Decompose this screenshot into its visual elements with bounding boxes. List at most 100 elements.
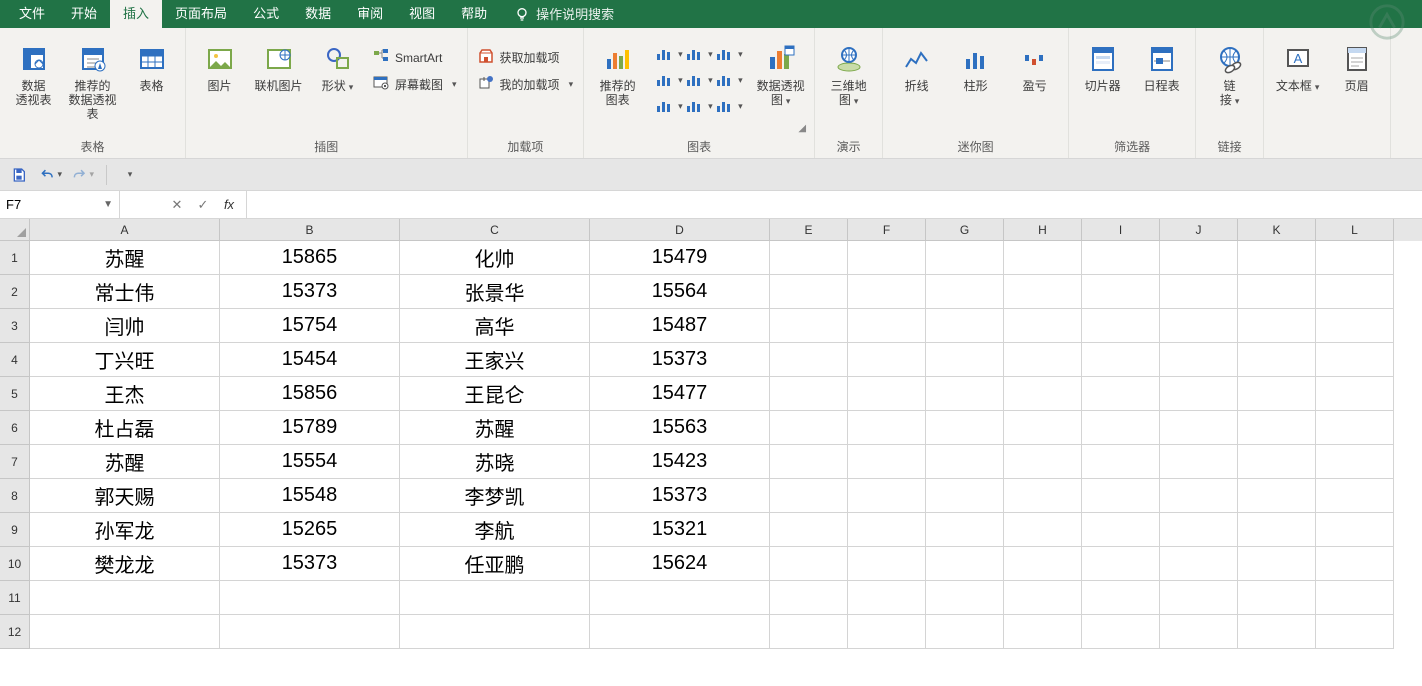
menu-item-6[interactable]: 审阅 — [344, 0, 396, 28]
cell-E3[interactable] — [770, 309, 848, 343]
cell-L3[interactable] — [1316, 309, 1394, 343]
cell-L8[interactable] — [1316, 479, 1394, 513]
column-header-H[interactable]: H — [1004, 219, 1082, 241]
cell-F2[interactable] — [848, 275, 926, 309]
cell-K4[interactable] — [1238, 343, 1316, 377]
cell-F1[interactable] — [848, 241, 926, 275]
cell-B6[interactable]: 15789 — [220, 411, 400, 445]
cell-H9[interactable] — [1004, 513, 1082, 547]
menu-item-8[interactable]: 帮助 — [448, 0, 500, 28]
cell-G3[interactable] — [926, 309, 1004, 343]
cell-A7[interactable]: 苏醒 — [30, 445, 220, 479]
cell-B8[interactable]: 15548 — [220, 479, 400, 513]
funnel-chart-button[interactable] — [715, 94, 743, 118]
cell-B3[interactable]: 15754 — [220, 309, 400, 343]
screenshot-button[interactable]: 屏幕截图 — [369, 73, 461, 96]
cell-I3[interactable] — [1082, 309, 1160, 343]
cell-C2[interactable]: 张景华 — [400, 275, 590, 309]
cell-C9[interactable]: 李航 — [400, 513, 590, 547]
cell-K1[interactable] — [1238, 241, 1316, 275]
cell-J2[interactable] — [1160, 275, 1238, 309]
row-header-3[interactable]: 3 — [0, 309, 30, 343]
table-button[interactable]: 表格 — [124, 38, 179, 96]
stat-chart-button[interactable] — [685, 68, 713, 92]
cell-B11[interactable] — [220, 581, 400, 615]
cell-C4[interactable]: 王家兴 — [400, 343, 590, 377]
menu-item-2[interactable]: 插入 — [110, 0, 162, 28]
cell-F6[interactable] — [848, 411, 926, 445]
cell-D11[interactable] — [590, 581, 770, 615]
cell-F7[interactable] — [848, 445, 926, 479]
cell-I8[interactable] — [1082, 479, 1160, 513]
cell-K3[interactable] — [1238, 309, 1316, 343]
cell-J8[interactable] — [1160, 479, 1238, 513]
cell-L12[interactable] — [1316, 615, 1394, 649]
column-header-C[interactable]: C — [400, 219, 590, 241]
pivot-chart-button[interactable]: 数据透视图 — [753, 38, 808, 111]
cell-J5[interactable] — [1160, 377, 1238, 411]
cell-G6[interactable] — [926, 411, 1004, 445]
cell-H8[interactable] — [1004, 479, 1082, 513]
menu-item-4[interactable]: 公式 — [240, 0, 292, 28]
cell-A8[interactable]: 郭天赐 — [30, 479, 220, 513]
sparkline-column-button[interactable]: 柱形 — [948, 38, 1003, 96]
pictures-button[interactable]: 图片 — [192, 38, 247, 96]
cell-E1[interactable] — [770, 241, 848, 275]
cell-H1[interactable] — [1004, 241, 1082, 275]
undo-button[interactable] — [40, 164, 62, 186]
cell-D1[interactable]: 15479 — [590, 241, 770, 275]
cell-K7[interactable] — [1238, 445, 1316, 479]
column-header-E[interactable]: E — [770, 219, 848, 241]
cell-L5[interactable] — [1316, 377, 1394, 411]
cell-G1[interactable] — [926, 241, 1004, 275]
column-header-A[interactable]: A — [30, 219, 220, 241]
row-header-4[interactable]: 4 — [0, 343, 30, 377]
cell-A1[interactable]: 苏醒 — [30, 241, 220, 275]
cell-J1[interactable] — [1160, 241, 1238, 275]
cell-F11[interactable] — [848, 581, 926, 615]
cell-L11[interactable] — [1316, 581, 1394, 615]
cell-G7[interactable] — [926, 445, 1004, 479]
cell-B9[interactable]: 15265 — [220, 513, 400, 547]
cell-E5[interactable] — [770, 377, 848, 411]
column-header-G[interactable]: G — [926, 219, 1004, 241]
recommended-charts-button[interactable]: 推荐的 图表 — [590, 38, 645, 110]
cell-G10[interactable] — [926, 547, 1004, 581]
cell-C6[interactable]: 苏醒 — [400, 411, 590, 445]
cell-I4[interactable] — [1082, 343, 1160, 377]
cell-H12[interactable] — [1004, 615, 1082, 649]
cell-B7[interactable]: 15554 — [220, 445, 400, 479]
save-button[interactable] — [8, 164, 30, 186]
select-all-corner[interactable] — [0, 219, 30, 241]
cell-D9[interactable]: 15321 — [590, 513, 770, 547]
cell-G2[interactable] — [926, 275, 1004, 309]
pivot-table-button[interactable]: 数据 透视表 — [6, 38, 61, 110]
map-chart-button[interactable] — [685, 94, 713, 118]
cell-D3[interactable]: 15487 — [590, 309, 770, 343]
get-addins-button[interactable]: 获取加载项 — [474, 46, 578, 69]
cell-E12[interactable] — [770, 615, 848, 649]
cell-B10[interactable]: 15373 — [220, 547, 400, 581]
cell-I1[interactable] — [1082, 241, 1160, 275]
cell-F4[interactable] — [848, 343, 926, 377]
cell-G8[interactable] — [926, 479, 1004, 513]
cell-D4[interactable]: 15373 — [590, 343, 770, 377]
cell-D12[interactable] — [590, 615, 770, 649]
line-chart-button[interactable] — [685, 42, 713, 66]
textbox-button[interactable]: A文本框 — [1270, 38, 1325, 97]
cell-B1[interactable]: 15865 — [220, 241, 400, 275]
row-header-10[interactable]: 10 — [0, 547, 30, 581]
enter-formula-button[interactable]: ✓ — [190, 197, 216, 213]
cell-K10[interactable] — [1238, 547, 1316, 581]
cell-K11[interactable] — [1238, 581, 1316, 615]
column-header-I[interactable]: I — [1082, 219, 1160, 241]
cell-E4[interactable] — [770, 343, 848, 377]
tell-me-input[interactable] — [536, 7, 712, 22]
row-header-5[interactable]: 5 — [0, 377, 30, 411]
formula-input[interactable] — [247, 191, 1422, 218]
redo-button[interactable] — [72, 164, 94, 186]
cell-H4[interactable] — [1004, 343, 1082, 377]
cell-C11[interactable] — [400, 581, 590, 615]
row-header-12[interactable]: 12 — [0, 615, 30, 649]
cell-G11[interactable] — [926, 581, 1004, 615]
